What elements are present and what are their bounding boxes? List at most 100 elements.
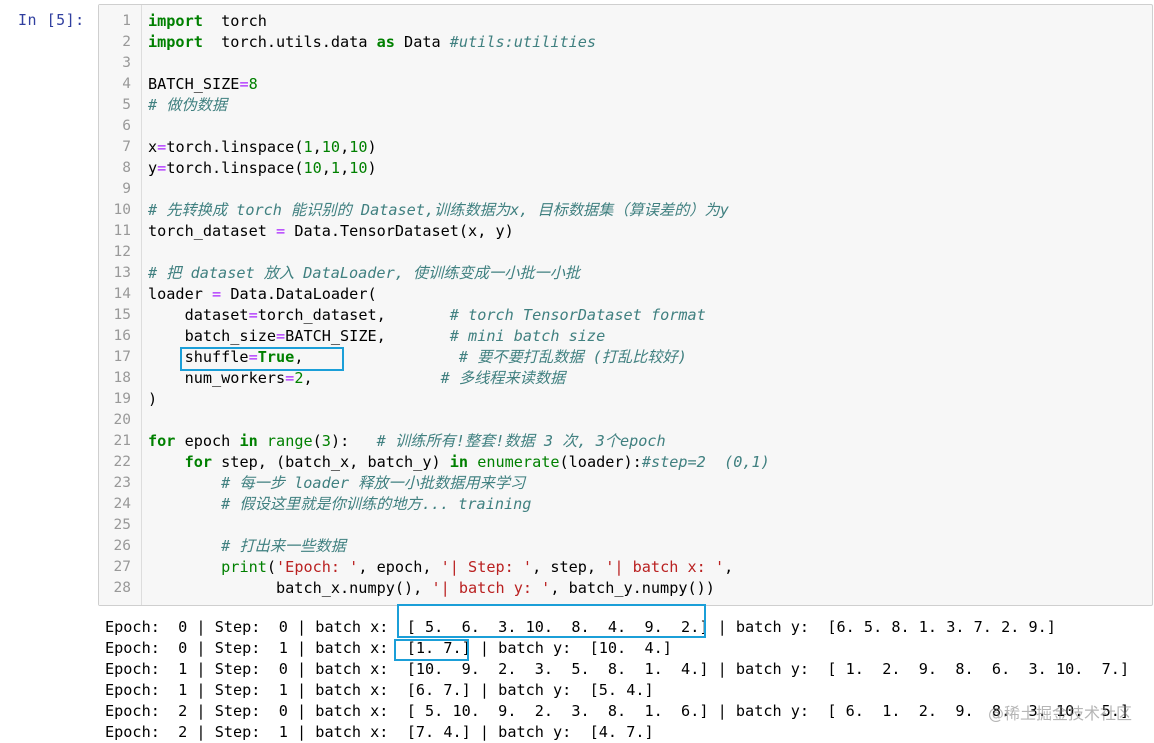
- code-token: # 训练所有!整套!数据 3 次, 3个epoch: [376, 432, 666, 450]
- code-token: y: [148, 159, 158, 177]
- code-token: batch_x.numpy(),: [148, 579, 432, 597]
- code-line[interactable]: 14 loader = Data.DataLoader(: [99, 284, 1152, 305]
- code-line[interactable]: 4 BATCH_SIZE=8: [99, 74, 1152, 95]
- line-number: 18: [113, 370, 131, 386]
- code-line[interactable]: 13 # 把 dataset 放入 DataLoader, 使训练变成一小批一小批: [99, 263, 1152, 284]
- code-token: step, (batch_x, batch_y): [212, 453, 450, 471]
- code-token: torch.utils.data: [202, 33, 377, 51]
- code-token: =: [212, 285, 222, 303]
- code-token: torch.linspace(: [166, 138, 304, 156]
- code-line[interactable]: 16 batch_size=BATCH_SIZE, # mini batch s…: [99, 326, 1152, 347]
- code-line[interactable]: 22 for step, (batch_x, batch_y) in enume…: [99, 452, 1152, 473]
- line-number: 22: [113, 454, 131, 470]
- code-line[interactable]: 2 import torch.utils.data as Data #utils:…: [99, 32, 1152, 53]
- code-token: '| batch x: ': [605, 558, 725, 576]
- code-token: ,: [321, 159, 331, 177]
- code-line[interactable]: 28 batch_x.numpy(), '| batch y: ', batch…: [99, 578, 1152, 599]
- code-line[interactable]: 23 # 每一步 loader 释放一小批数据用来学习: [99, 473, 1152, 494]
- code-line[interactable]: 25: [99, 515, 1152, 536]
- code-token: import: [148, 12, 203, 30]
- code-line[interactable]: 18 num_workers=2, # 多线程来读数据: [99, 368, 1152, 389]
- line-number: 21: [113, 433, 131, 449]
- code-text: ): [148, 389, 157, 410]
- code-line[interactable]: 19): [99, 389, 1152, 410]
- code-token: # mini batch size: [449, 327, 606, 345]
- code-token: ,: [340, 159, 350, 177]
- output-line: Epoch: 1 | Step: 1 | batch x: [6. 7.] | …: [105, 681, 654, 699]
- code-line[interactable]: 1 import torch: [99, 11, 1152, 32]
- code-line[interactable]: 6: [99, 116, 1152, 137]
- code-line[interactable]: 5 # 做伪数据: [99, 95, 1152, 116]
- code-line[interactable]: 10 # 先转换成 torch 能识别的 Dataset,训练数据为x, 目标数据…: [99, 200, 1152, 221]
- code-line[interactable]: 9: [99, 179, 1152, 200]
- code-token: , epoch,: [358, 558, 441, 576]
- code-token: as: [376, 33, 395, 51]
- code-token: 8: [248, 75, 258, 93]
- code-token: Data: [394, 33, 450, 51]
- code-token: in: [449, 453, 469, 471]
- code-token: =: [248, 306, 258, 324]
- code-token: # 假设这里就是你训练的地方... training: [221, 495, 532, 513]
- code-text: torch_dataset = Data.TensorDataset(x, y): [148, 221, 514, 242]
- code-token: # 先转换成 torch 能识别的 Dataset,训练数据为x, 目标数据集（…: [148, 201, 729, 219]
- code-text: # 先转换成 torch 能识别的 Dataset,训练数据为x, 目标数据集（…: [148, 200, 729, 221]
- shuffle-highlight-box: [180, 347, 344, 371]
- output-line: Epoch: 2 | Step: 0 | batch x: [ 5. 10. 9…: [105, 702, 1130, 720]
- line-number: 24: [113, 496, 131, 512]
- output-line: Epoch: 1 | Step: 0 | batch x: [10. 9. 2.…: [105, 660, 1130, 678]
- line-number: 9: [122, 181, 131, 197]
- line-number: 13: [113, 265, 131, 281]
- code-text: print('Epoch: ', epoch, '| Step: ', step…: [148, 557, 733, 578]
- code-line[interactable]: 26 # 打出来一些数据: [99, 536, 1152, 557]
- code-token: import: [148, 33, 203, 51]
- code-token: # 做伪数据: [148, 96, 228, 114]
- code-token: 'Epoch: ': [276, 558, 359, 576]
- code-line[interactable]: 11 torch_dataset = Data.TensorDataset(x, …: [99, 221, 1152, 242]
- code-text: batch_size=BATCH_SIZE, # mini batch size: [148, 326, 606, 347]
- code-line[interactable]: 27 print('Epoch: ', epoch, '| Step: ', s…: [99, 557, 1152, 578]
- code-token: 1: [330, 159, 341, 177]
- code-text: import torch.utils.data as Data #utils:u…: [148, 32, 596, 53]
- line-number: 8: [122, 160, 131, 176]
- code-token: torch: [202, 12, 267, 30]
- code-line[interactable]: 8 y=torch.linspace(10,1,10): [99, 158, 1152, 179]
- code-line[interactable]: 24 # 假设这里就是你训练的地方... training: [99, 494, 1152, 515]
- code-editor[interactable]: 1 import torch 2 import torch.utils.data as…: [99, 5, 1152, 605]
- output-line: Epoch: 0 | Step: 1 | batch x: [1. 7.] | …: [105, 639, 672, 657]
- code-text: num_workers=2, # 多线程来读数据: [148, 368, 566, 389]
- code-line[interactable]: 3: [99, 53, 1152, 74]
- line-number: 23: [113, 475, 131, 491]
- code-line[interactable]: 7 x=torch.linspace(1,10,10): [99, 137, 1152, 158]
- code-line[interactable]: 12: [99, 242, 1152, 263]
- code-token: (: [312, 432, 322, 450]
- code-line[interactable]: 21 for epoch in range(3): # 训练所有!整套!数据 3 …: [99, 431, 1152, 452]
- code-token: 10: [349, 138, 368, 156]
- line-number: 3: [122, 55, 131, 71]
- input-prompt: In [5]:: [18, 11, 85, 29]
- code-token: 10: [349, 159, 368, 177]
- code-line[interactable]: 15 dataset=torch_dataset, # torch Tensor…: [99, 305, 1152, 326]
- code-cell[interactable]: 1 import torch 2 import torch.utils.data as…: [98, 4, 1153, 606]
- batch-x-highlight-box: [397, 604, 706, 638]
- code-token: in: [239, 432, 258, 450]
- line-number: 27: [113, 559, 131, 575]
- line-number: 14: [113, 286, 131, 302]
- code-token: (: [266, 558, 277, 576]
- code-line[interactable]: 20: [99, 410, 1152, 431]
- code-token: ): [367, 159, 377, 177]
- code-token: #step=2 (0,1): [641, 453, 770, 471]
- code-token: for: [184, 453, 213, 471]
- code-text: import torch: [148, 11, 267, 32]
- batch-x-small-highlight-box: [394, 639, 469, 661]
- code-token: torch_dataset: [148, 222, 277, 240]
- line-number: 7: [122, 139, 131, 155]
- code-token: 10: [303, 159, 322, 177]
- code-token: enumerate: [477, 453, 560, 471]
- code-token: for: [148, 432, 176, 450]
- code-token: Data.DataLoader(: [221, 285, 377, 303]
- code-token: 3: [321, 432, 331, 450]
- line-number: 5: [122, 97, 131, 113]
